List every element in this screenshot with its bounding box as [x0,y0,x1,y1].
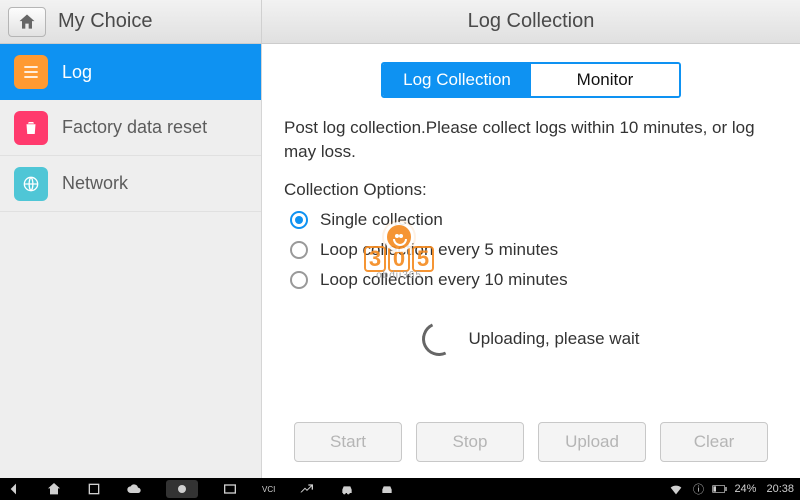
sidebar-item-log[interactable]: Log [0,44,261,100]
options-title: Collection Options: [284,180,778,200]
header: My Choice Log Collection [0,0,800,44]
option-loop-5[interactable]: Loop collection every 5 minutes [290,240,778,260]
tab-log-collection[interactable]: Log Collection [383,64,531,96]
stop-button[interactable]: Stop [416,422,524,462]
option-label: Single collection [320,210,443,230]
tab-bar: Log Collection Monitor [381,62,681,98]
recents-icon[interactable] [86,481,102,497]
tool-icon[interactable] [299,481,315,497]
app-icon[interactable] [222,481,238,497]
main: Log Factory data reset Network Log Colle… [0,44,800,478]
status-row: Uploading, please wait [262,322,800,356]
home-icon [17,12,37,32]
clear-button[interactable]: Clear [660,422,768,462]
clock: 20:38 [766,483,794,495]
sysbar-left: VCI [6,480,668,498]
list-icon [14,55,48,89]
header-left-title: My Choice [58,10,152,33]
camera-icon[interactable] [166,480,198,498]
battery-pct: 24% [734,483,756,495]
status-text: Uploading, please wait [468,329,639,349]
option-label: Loop collection every 5 minutes [320,240,558,260]
home-icon[interactable] [46,481,62,497]
description-text: Post log collection.Please collect logs … [284,116,778,164]
radio-icon [290,271,308,289]
sidebar-item-label: Network [62,173,128,194]
bt-icon: ⓘ [690,481,706,497]
vci-icon[interactable]: VCI [262,481,275,497]
button-row: Start Stop Upload Clear [262,422,800,462]
car2-icon[interactable] [379,481,395,497]
start-button[interactable]: Start [294,422,402,462]
system-bar: VCI ⓘ 24% 20:38 [0,478,800,500]
cloud-icon[interactable] [126,481,142,497]
tab-monitor[interactable]: Monitor [531,64,679,96]
sysbar-right: ⓘ 24% 20:38 [668,481,794,497]
battery-icon [712,481,728,497]
content: Log Collection Monitor Post log collecti… [262,44,800,478]
radio-icon [290,211,308,229]
radio-icon [290,241,308,259]
wifi-icon [668,481,684,497]
upload-button[interactable]: Upload [538,422,646,462]
home-button[interactable] [8,7,46,37]
car-icon[interactable] [339,481,355,497]
header-right-title: Log Collection [262,0,800,43]
sidebar-item-network[interactable]: Network [0,156,261,212]
option-label: Loop collection every 10 minutes [320,270,568,290]
header-left: My Choice [0,0,262,43]
option-loop-10[interactable]: Loop collection every 10 minutes [290,270,778,290]
spinner-icon [418,317,462,361]
trash-icon [14,111,48,145]
sidebar-item-label: Factory data reset [62,117,207,138]
sidebar-item-label: Log [62,62,92,83]
globe-icon [14,167,48,201]
option-single[interactable]: Single collection [290,210,778,230]
back-icon[interactable] [6,481,22,497]
sidebar-item-factory-reset[interactable]: Factory data reset [0,100,261,156]
sidebar: Log Factory data reset Network [0,44,262,478]
